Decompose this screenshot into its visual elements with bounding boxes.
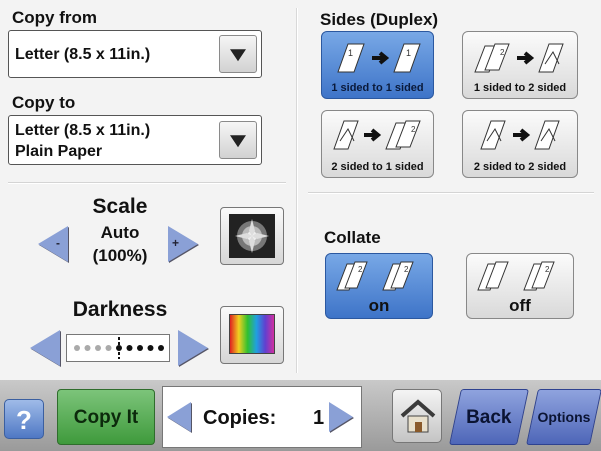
- duplex-2-to-2-button[interactable]: 2 sided to 2 sided: [462, 110, 578, 178]
- collate-on-button[interactable]: 2 2 on: [325, 253, 433, 319]
- two-sided-to-two-sided-icon: [480, 120, 560, 150]
- scale-mode: Auto: [100, 223, 140, 242]
- duplex-1-to-2-button[interactable]: 2 1 sided to 2 sided: [462, 31, 578, 99]
- darkness-dot: [137, 345, 143, 351]
- copy-from-label: Copy from: [12, 8, 97, 27]
- back-button[interactable]: Back: [449, 389, 529, 445]
- copy-to-value-line1: Letter (8.5 x 11in.): [15, 122, 151, 139]
- color-adjust-button[interactable]: [220, 306, 284, 364]
- color-spectrum-icon: [229, 314, 275, 354]
- collate-label: Collate: [324, 228, 381, 247]
- copy-to-dropdown[interactable]: Letter (8.5 x 11in.) Plain Paper: [8, 115, 262, 165]
- darkness-label: Darkness: [72, 298, 168, 321]
- svg-text:2: 2: [358, 265, 363, 274]
- scale-decrease-button[interactable]: [38, 226, 68, 262]
- copies-decrease-button[interactable]: [167, 402, 191, 432]
- home-button[interactable]: [392, 389, 442, 443]
- options-button[interactable]: Options: [526, 389, 601, 445]
- copy-from-dropdown[interactable]: Letter (8.5 x 11in.): [8, 30, 262, 78]
- svg-text:2: 2: [545, 265, 550, 274]
- copy-to-value-line2: Plain Paper: [15, 143, 103, 160]
- svg-text:2: 2: [500, 48, 505, 57]
- copies-control: Copies: 1: [162, 386, 362, 448]
- divider: [308, 192, 594, 194]
- help-button[interactable]: ?: [4, 399, 44, 439]
- darkness-level-indicator: [74, 337, 164, 359]
- darkness-increase-button[interactable]: [178, 330, 208, 366]
- svg-text:2: 2: [411, 125, 416, 134]
- copies-value: 1: [313, 407, 325, 429]
- chevron-down-icon: [230, 135, 246, 148]
- two-sided-to-one-sided-icon: 2: [333, 120, 421, 150]
- scale-percent: (100%): [92, 246, 148, 265]
- scale-image-button[interactable]: [220, 207, 284, 265]
- one-sided-to-one-sided-icon: 1 1: [337, 43, 421, 73]
- back-label: Back: [466, 407, 512, 428]
- copy-to-label: Copy to: [12, 93, 76, 112]
- divider: [8, 182, 286, 184]
- right-panel: Sides (Duplex) 1 1 1 sided to 1 sided 2 …: [300, 0, 601, 380]
- chevron-down-icon: [230, 49, 246, 62]
- darkness-dot: [95, 345, 101, 351]
- copy-it-label: Copy It: [73, 407, 139, 428]
- svg-text:1: 1: [348, 48, 353, 58]
- darkness-dot: [126, 345, 133, 351]
- scale-label: Scale: [92, 195, 148, 218]
- plus-icon: +: [172, 236, 180, 250]
- copies-increase-button[interactable]: [329, 402, 353, 432]
- duplex-2-to-2-label: 2 sided to 2 sided: [473, 161, 567, 173]
- collate-off-label: off: [509, 296, 531, 315]
- flower-photo-icon: [229, 214, 275, 258]
- collate-off-button[interactable]: 2 off: [466, 253, 574, 319]
- darkness-decrease-button[interactable]: [30, 330, 60, 366]
- darkness-dot: [147, 345, 154, 351]
- duplex-1-to-1-label: 1 sided to 1 sided: [331, 82, 424, 94]
- panel-divider: [296, 8, 298, 373]
- svg-text:1: 1: [406, 48, 411, 58]
- copy-it-button[interactable]: Copy It: [57, 389, 155, 445]
- duplex-2-to-1-label: 2 sided to 1 sided: [331, 161, 424, 173]
- copy-screen: Copy from Letter (8.5 x 11in.) Copy to L…: [0, 0, 601, 451]
- copy-from-value: Letter (8.5 x 11in.): [15, 46, 151, 63]
- copy-from-dropdown-button[interactable]: [219, 35, 257, 73]
- one-sided-to-two-sided-icon: 2: [474, 43, 564, 73]
- minus-icon: -: [56, 236, 60, 250]
- darkness-dot: [158, 345, 164, 351]
- svg-text:2: 2: [404, 265, 409, 274]
- left-panel: Copy from Letter (8.5 x 11in.) Copy to L…: [0, 0, 296, 380]
- sides-label: Sides (Duplex): [320, 10, 439, 29]
- options-label: Options: [537, 409, 591, 425]
- question-mark-icon: ?: [16, 405, 32, 435]
- darkness-slider[interactable]: [66, 334, 170, 362]
- darkness-dot: [105, 345, 112, 351]
- darkness-dot: [74, 345, 80, 351]
- collate-on-label: on: [368, 296, 390, 315]
- duplex-1-to-1-button[interactable]: 1 1 1 sided to 1 sided: [321, 31, 434, 99]
- collate-off-icon: 2: [477, 261, 555, 291]
- home-icon: [400, 399, 436, 433]
- copies-label: Copies:: [203, 407, 277, 429]
- copy-to-dropdown-button[interactable]: [219, 121, 257, 159]
- collate-on-icon: 2 2: [336, 261, 414, 291]
- duplex-1-to-2-label: 1 sided to 2 sided: [473, 82, 567, 94]
- darkness-dot: [84, 345, 91, 351]
- duplex-2-to-1-button[interactable]: 2 2 sided to 1 sided: [321, 110, 434, 178]
